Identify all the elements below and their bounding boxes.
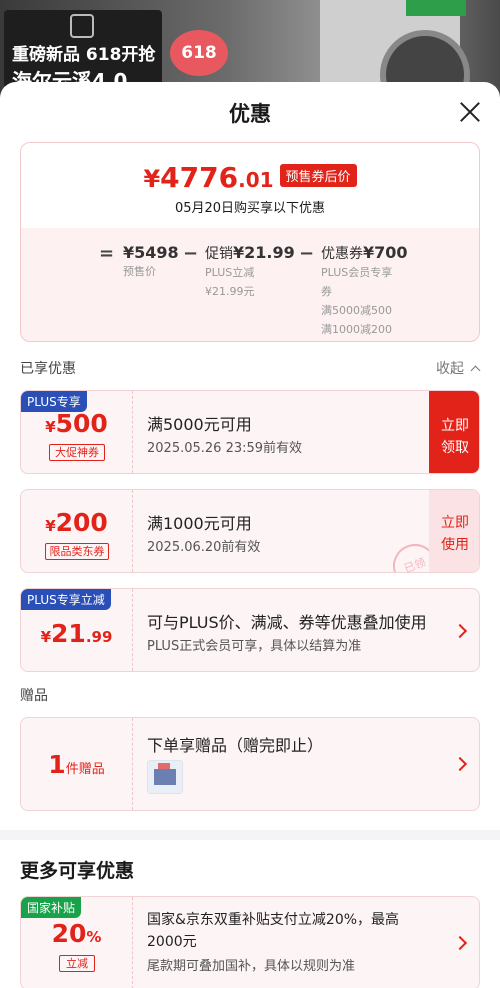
chevron-right-icon [452,756,468,772]
promo-block: 促销¥21.99 PLUS立减 ¥21.99元 [205,243,295,301]
chevron-up-icon [471,365,481,376]
sale-618-badge: 618 [170,30,228,76]
chevron-right-icon [452,935,468,951]
subsidy-note: 尾款期可叠加国补，具体以规则为准 [147,959,356,974]
coupon-validity: 2025.06.20前有效 [147,540,261,555]
coupon-card-plus-500: PLUS专享 ¥500 大促神券 满5000元可用 2025.05.26 23:… [20,390,480,474]
use-coupon-button[interactable]: 立即 使用 [429,490,479,572]
price-integer: 4776 [160,161,239,194]
subsidy-title-line-2: 2000元 [147,934,197,950]
minus-operator: − [299,243,315,264]
equals-sign: = [99,243,114,264]
coupon-sub-2: 券 [321,285,332,298]
gift-count-area: 1件赠品 [21,718,132,810]
claim-label-1: 立即 [441,418,469,434]
final-price: ¥4776.01 预售券后价 [21,161,479,194]
card-divider [132,897,133,988]
national-subsidy-badge: 国家补贴 [21,897,82,918]
subsidy-amount: 20% [21,919,132,948]
coupon-card-200: ¥200 限品类东券 满1000元可用 2025.06.20前有效 已领 立即 … [20,489,480,573]
discount-decimal: .99 [85,628,113,646]
minus-sign-1: − [183,243,198,264]
promo-label: 促销 [205,246,233,262]
percent-sign: % [86,928,102,946]
plus-badge: PLUS专享立减 [21,589,111,610]
coupon-type-chip: 大促神券 [49,444,105,461]
presale-price: ¥5498 [123,243,179,262]
discount-sheet: 优惠 ¥4776.01 预售券后价 05月20日购买享以下优惠 = ¥5498 预… [0,82,500,988]
price-decimal: .01 [238,168,274,192]
claim-coupon-button[interactable]: 立即 领取 [429,391,479,473]
coupon-validity: 2025.05.26 23:59前有效 [147,441,303,456]
national-subsidy-card[interactable]: 国家补贴 20% 立减 国家&京东双重补贴支付立减20%，最高 2000元 尾款… [20,896,480,988]
use-label-1: 立即 [441,515,469,531]
coupon-amount: ¥500 [21,409,132,438]
coupon-value-area: ¥200 限品类东券 [21,490,132,572]
presale-block: ¥5498 预售价 [123,243,179,281]
coupon-label: 优惠券 [321,246,363,262]
price-tag: 预售券后价 [279,164,357,187]
coupon-value: 200 [55,508,108,537]
brand-strip [406,0,466,16]
enjoyed-discounts-label: 已享优惠 [20,361,76,377]
promo-sub-1: PLUS立减 [205,266,255,279]
minus-operator: − [183,243,199,264]
minus-sign-2: − [299,243,314,264]
coupon-block: 优惠券¥700 PLUS会员专享 券 满5000减500 满1000减200 [321,243,408,339]
sheet-title: 优惠 [229,102,271,126]
coupon-sub-4: 满1000减200 [321,323,392,336]
chevron-right-icon [452,623,468,639]
subsidy-value-area: 国家补贴 20% 立减 [21,897,132,988]
coupon-threshold: 满1000元可用 [147,514,252,533]
card-divider [132,589,133,671]
coupon-sub-1: PLUS会员专享 [321,266,393,279]
promo-sub-2: ¥21.99元 [205,285,255,298]
coupon-sub-3: 满5000减500 [321,304,392,317]
card-divider [132,718,133,810]
currency-symbol: ¥ [45,517,56,535]
currency-symbol: ¥ [40,628,52,646]
use-label-2: 使用 [441,537,469,553]
discount-value-area: PLUS专享立减 ¥21.99 [21,589,132,671]
collapse-button[interactable]: 收起 [436,358,481,378]
gift-count-unit: 件赠品 [65,762,105,777]
brand-logo-icon [70,14,94,38]
coupon-amount: ¥700 [363,243,408,262]
section-separator [0,830,500,840]
discount-note: PLUS正式会员可享，具体以结算为准 [147,639,362,654]
coupon-value-area: PLUS专享 ¥500 大促神券 [21,391,132,473]
coupon-value: 500 [55,409,108,438]
presale-label: 预售价 [123,265,156,278]
currency-symbol: ¥ [143,165,161,193]
promo-ad: 重磅新品 618开抢 海尔云溪4.0 [4,10,162,93]
gift-count: 1件赠品 [21,750,132,779]
currency-symbol: ¥ [45,418,56,436]
subsidy-title-line-1: 国家&京东双重补贴支付立减20%，最高 [147,912,400,928]
price-summary: ¥4776.01 预售券后价 05月20日购买享以下优惠 = ¥5498 预售价 … [20,142,480,342]
promo-amount: ¥21.99 [233,243,295,262]
equals-operator: = [99,243,115,264]
gift-title: 下单享赠品（赠完即止） [147,736,324,755]
more-discounts-title: 更多可享优惠 [20,860,135,882]
purchase-date-line: 05月20日购买享以下优惠 [174,201,326,216]
collapse-label: 收起 [436,361,464,377]
gift-card[interactable]: 1件赠品 下单享赠品（赠完即止） [20,717,480,811]
gifts-label: 赠品 [20,688,48,704]
ad-headline: 重磅新品 618开抢 [12,45,156,65]
coupon-amount: ¥200 [21,508,132,537]
discount-value: 21 [51,619,86,648]
subsidy-value: 20 [51,919,87,948]
card-divider [132,391,133,473]
coupon-threshold: 满5000元可用 [147,415,252,434]
gift-count-number: 1 [48,750,66,779]
gift-thumbnail[interactable] [147,760,183,794]
card-divider [132,490,133,572]
close-icon[interactable] [456,98,484,126]
discount-amount: ¥21.99 [21,619,132,648]
coupon-type-chip: 限品类东券 [45,543,109,560]
subsidy-chip: 立减 [59,955,95,972]
plus-instant-discount-card[interactable]: PLUS专享立减 ¥21.99 可与PLUS价、满减、券等优惠叠加使用 PLUS… [20,588,480,672]
discount-title: 可与PLUS价、满减、券等优惠叠加使用 [147,613,427,632]
claim-label-2: 领取 [441,440,469,456]
